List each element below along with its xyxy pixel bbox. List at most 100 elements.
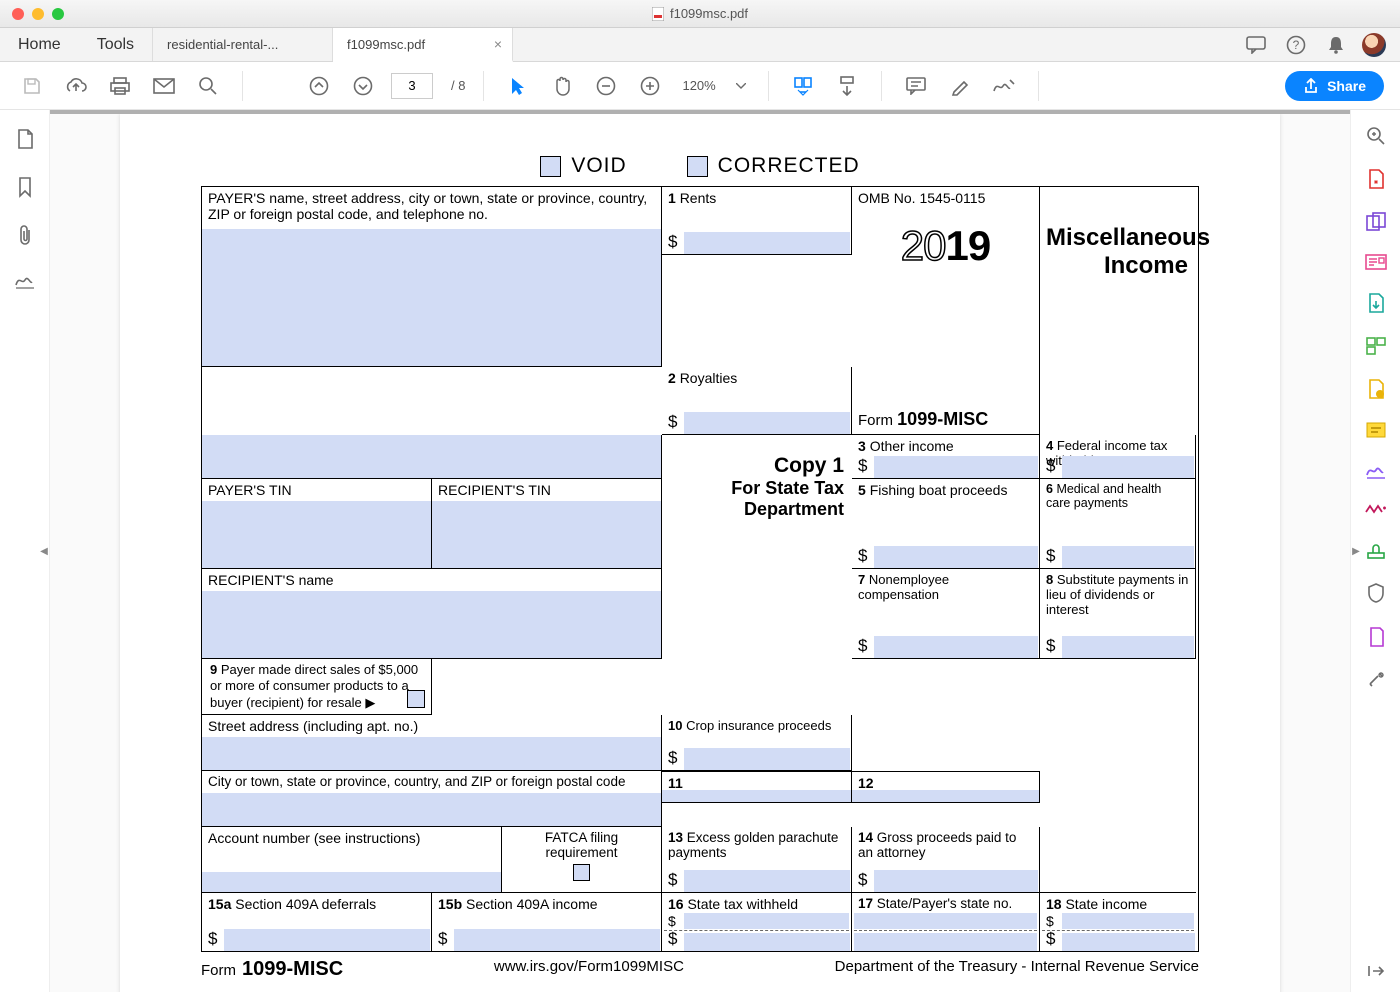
search-tool-icon[interactable] xyxy=(1366,126,1386,146)
home-link[interactable]: Home xyxy=(0,28,79,61)
print-icon[interactable] xyxy=(104,70,136,102)
convert-pdf-icon[interactable] xyxy=(1366,292,1386,314)
window-titlebar: f1099msc.pdf xyxy=(0,0,1400,28)
zoom-in-icon[interactable] xyxy=(634,70,666,102)
notifications-icon[interactable] xyxy=(1316,28,1356,61)
corrected-checkbox[interactable]: CORRECTED xyxy=(687,154,860,178)
comment-note-icon[interactable] xyxy=(900,70,932,102)
collapse-right-rail-button[interactable]: ▶ xyxy=(1350,531,1362,571)
box-8-substitute[interactable]: 8 Substitute payments in lieu of dividen… xyxy=(1040,569,1196,659)
document-canvas[interactable]: VOID CORRECTED PAYER'S name, street addr… xyxy=(50,110,1350,992)
document-tab-label: f1099msc.pdf xyxy=(347,37,425,52)
share-button-label: Share xyxy=(1327,78,1366,94)
page-number-input[interactable] xyxy=(391,73,433,99)
account-number-cell[interactable]: Account number (see instructions) xyxy=(202,827,502,893)
window-title: f1099msc.pdf xyxy=(670,6,748,21)
document-tab[interactable]: f1099msc.pdf × xyxy=(333,28,513,62)
omb-year-cell: OMB No. 1545-0115 2019 Form 1099-MISC xyxy=(852,187,1040,435)
city-state-zip-cell[interactable]: City or town, state or province, country… xyxy=(202,771,662,827)
app-tab-bar: Home Tools residential-rental-... f1099m… xyxy=(0,28,1400,62)
box-9-direct-sales[interactable]: 9 Payer made direct sales of $5,000 or m… xyxy=(202,659,432,715)
fill-sign-icon[interactable] xyxy=(1365,462,1387,480)
email-icon[interactable] xyxy=(148,70,180,102)
close-tab-button[interactable]: × xyxy=(494,36,502,52)
box-7-nonemployee[interactable]: 7 Nonemployee compensation $ xyxy=(852,569,1040,659)
thumbnails-icon[interactable] xyxy=(15,128,35,150)
optimize-icon[interactable] xyxy=(1367,626,1385,648)
zoom-out-icon[interactable] xyxy=(590,70,622,102)
recipient-tin-cell[interactable]: RECIPIENT'S TIN xyxy=(432,479,662,569)
protect-icon[interactable] xyxy=(1367,582,1385,604)
minimize-window-button[interactable] xyxy=(32,8,44,20)
box-13-parachute[interactable]: 13 Excess golden parachute payments $ xyxy=(662,827,852,893)
box-10-crop[interactable]: 10 Crop insurance proceeds $ xyxy=(662,715,852,771)
payer-tin-cell[interactable]: PAYER'S TIN xyxy=(202,479,432,569)
box-17[interactable]: 17 State/Payer's state no. xyxy=(852,893,1040,951)
help-icon[interactable]: ? xyxy=(1276,28,1316,61)
scroll-mode-icon[interactable] xyxy=(831,70,863,102)
box-15b[interactable]: 15b Section 409A income $ xyxy=(432,893,662,951)
box-2-royalties[interactable]: 2 Royalties $ xyxy=(662,367,852,435)
edit-pdf-icon[interactable] xyxy=(1365,254,1387,270)
bookmarks-icon[interactable] xyxy=(17,176,33,198)
payer-address-cell-cont xyxy=(202,435,662,479)
more-sign-icon[interactable] xyxy=(1364,502,1388,518)
form-title-cell: Miscellaneous Income xyxy=(1040,187,1196,435)
close-window-button[interactable] xyxy=(12,8,24,20)
toolbar: / 8 120% Share xyxy=(0,62,1400,110)
void-checkbox[interactable]: VOID xyxy=(540,154,626,178)
page-up-icon[interactable] xyxy=(303,70,335,102)
form-footer: Form 1099-MISC www.irs.gov/Form1099MISC … xyxy=(201,958,1199,981)
blank-right-cell xyxy=(1040,827,1196,893)
box-3-other-income[interactable]: 3 Other income $ xyxy=(852,435,1040,479)
box-1-rents[interactable]: 1 Rents $ xyxy=(662,187,852,255)
find-icon[interactable] xyxy=(192,70,224,102)
zoom-dropdown-icon[interactable] xyxy=(732,70,750,102)
save-icon[interactable] xyxy=(16,70,48,102)
signatures-panel-icon[interactable] xyxy=(14,272,36,290)
box-14-attorney[interactable]: 14 Gross proceeds paid to an attorney $ xyxy=(852,827,1040,893)
box-4-fed-tax-withheld[interactable]: 4 Federal income tax withheld $ xyxy=(1040,435,1196,479)
hand-tool-icon[interactable] xyxy=(546,70,578,102)
comments-icon[interactable] xyxy=(1236,28,1276,61)
sticky-note-icon[interactable] xyxy=(1366,422,1386,440)
customize-icon[interactable] xyxy=(1366,670,1386,690)
pdf-page: VOID CORRECTED PAYER'S name, street addr… xyxy=(120,114,1280,992)
create-pdf-icon[interactable] xyxy=(1365,212,1387,232)
selection-tool-icon[interactable] xyxy=(502,70,534,102)
stamp-icon[interactable] xyxy=(1365,540,1387,560)
share-button[interactable]: Share xyxy=(1285,71,1384,101)
fit-width-icon[interactable] xyxy=(787,70,819,102)
tools-link[interactable]: Tools xyxy=(79,28,152,61)
box-6-medical[interactable]: 6 Medical and health care payments $ xyxy=(1040,479,1196,569)
box-15a[interactable]: 15a Section 409A deferrals $ xyxy=(202,893,432,951)
collapse-left-rail-button[interactable]: ◀ xyxy=(38,531,50,571)
organize-pages-icon[interactable] xyxy=(1365,336,1387,356)
user-avatar[interactable] xyxy=(1362,33,1386,57)
sign-icon[interactable] xyxy=(988,70,1020,102)
page-down-icon[interactable] xyxy=(347,70,379,102)
send-comments-icon[interactable] xyxy=(1366,378,1386,400)
cloud-upload-icon[interactable] xyxy=(60,70,92,102)
zoom-level-label: 120% xyxy=(678,78,719,93)
document-tab-label: residential-rental-... xyxy=(167,37,278,52)
copy-info-cell: Copy 1 For State Tax Department xyxy=(662,435,852,715)
box-11[interactable]: 11 xyxy=(662,771,852,803)
box-16[interactable]: 16 State tax withheld $ $ xyxy=(662,893,852,951)
fatca-cell[interactable]: FATCA filing requirement xyxy=(502,827,662,893)
street-address-cell[interactable]: Street address (including apt. no.) xyxy=(202,715,662,771)
box-12[interactable]: 12 xyxy=(852,771,1040,803)
recipient-name-cell[interactable]: RECIPIENT'S name xyxy=(202,569,662,659)
payer-address-cell[interactable]: PAYER'S name, street address, city or to… xyxy=(202,187,662,367)
box-18[interactable]: 18 State income $ $ xyxy=(1040,893,1196,951)
expand-rail-icon[interactable] xyxy=(1367,964,1385,978)
left-sidebar: ◀ xyxy=(0,110,50,992)
share-icon xyxy=(1303,78,1319,94)
document-tab[interactable]: residential-rental-... xyxy=(153,28,333,61)
highlight-icon[interactable] xyxy=(944,70,976,102)
box-5-fishing[interactable]: 5 Fishing boat proceeds $ xyxy=(852,479,1040,569)
form-1099-grid: PAYER'S name, street address, city or to… xyxy=(201,186,1199,952)
export-pdf-icon[interactable] xyxy=(1366,168,1386,190)
maximize-window-button[interactable] xyxy=(52,8,64,20)
attachments-icon[interactable] xyxy=(16,224,34,246)
